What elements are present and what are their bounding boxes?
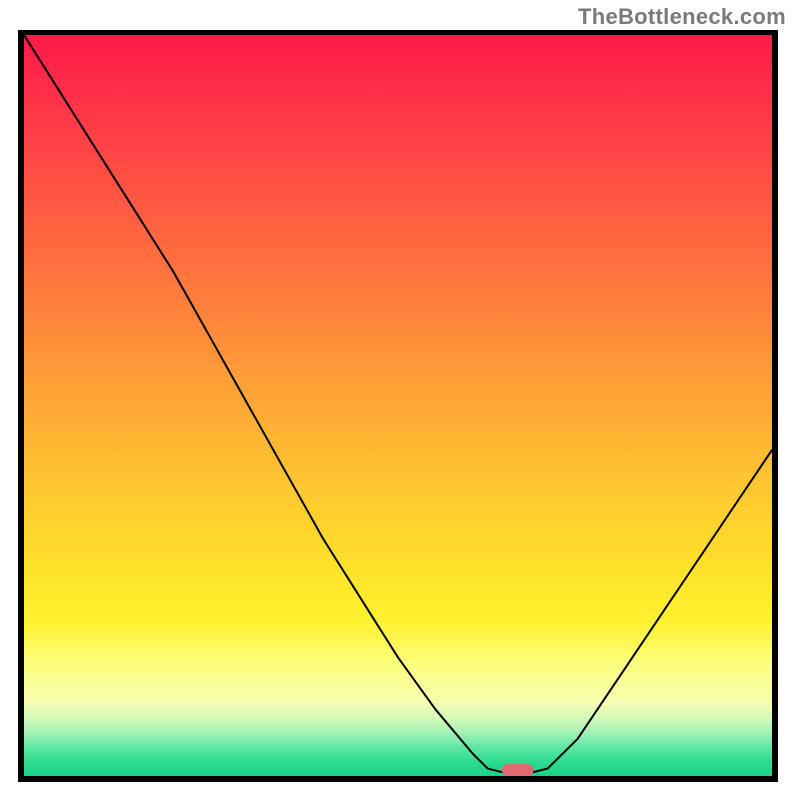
chart-frame [18, 30, 778, 782]
chart-curve [24, 35, 772, 776]
chart-plot-area [24, 35, 772, 776]
watermark-text: TheBottleneck.com [578, 4, 786, 30]
chart-curve-layer [24, 35, 772, 776]
chart-marker [502, 764, 533, 776]
